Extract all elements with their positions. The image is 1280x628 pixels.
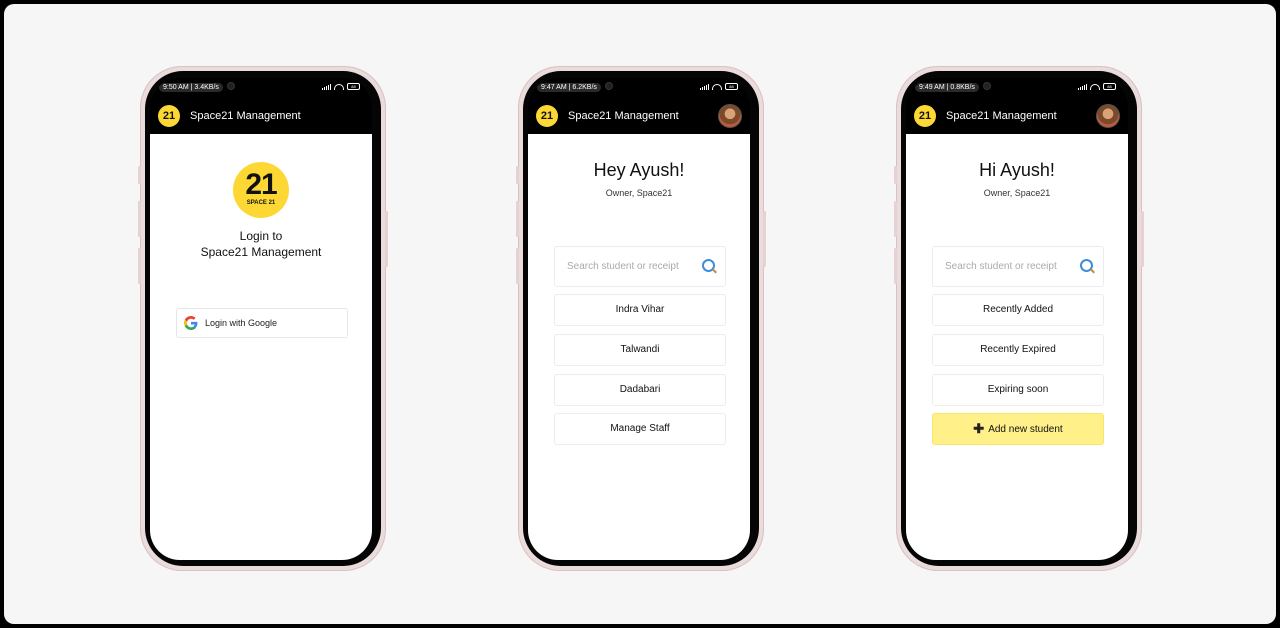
signal-icon: [700, 83, 709, 90]
plus-icon: ✚: [973, 421, 985, 436]
status-bar: 9:50 AM | 3.4KB/s 88: [150, 78, 372, 98]
add-new-student-button[interactable]: ✚ Add new student: [932, 413, 1104, 445]
battery-icon: 88: [347, 83, 360, 90]
screen-branch: 9:49 AM | 0.8KB/s 88 21 Space21 Manageme…: [906, 78, 1128, 560]
status-time: 9:49 AM | 0.8KB/s: [915, 83, 979, 92]
camera-icon: [983, 82, 991, 90]
branch-button-talwandi[interactable]: Talwandi: [554, 334, 726, 366]
user-role: Owner, Space21: [983, 188, 1051, 198]
status-bar: 9:49 AM | 0.8KB/s 88: [906, 78, 1128, 98]
magnifier-icon[interactable]: [702, 259, 715, 272]
screen-login: 9:50 AM | 3.4KB/s 88 21 Space21 Manageme…: [150, 78, 372, 560]
app-title: Space21 Management: [190, 110, 301, 122]
search-placeholder: Search student or receipt: [567, 261, 679, 272]
branch-content: Hi Ayush! Owner, Space21 Search student …: [906, 134, 1128, 560]
status-time: 9:47 AM | 6.2KB/s: [537, 83, 601, 92]
manage-staff-button[interactable]: Manage Staff: [554, 413, 726, 445]
battery-icon: 88: [1103, 83, 1116, 90]
wifi-icon: [1090, 83, 1100, 90]
wifi-icon: [334, 83, 344, 90]
space21-logo-icon: 21: [914, 105, 936, 127]
expiring-soon-button[interactable]: Expiring soon: [932, 374, 1104, 406]
app-bar: 21 Space21 Management: [528, 100, 750, 132]
camera-icon: [227, 82, 235, 90]
wifi-icon: [712, 83, 722, 90]
space21-logo-icon: 21: [536, 105, 558, 127]
branch-button-dadabari[interactable]: Dadabari: [554, 374, 726, 406]
signal-icon: [1078, 83, 1087, 90]
status-time: 9:50 AM | 3.4KB/s: [159, 83, 223, 92]
app-title: Space21 Management: [946, 110, 1057, 122]
user-avatar-icon[interactable]: [718, 104, 742, 128]
branch-button-indra-vihar[interactable]: Indra Vihar: [554, 294, 726, 326]
phone-branch: 9:49 AM | 0.8KB/s 88 21 Space21 Manageme…: [894, 66, 1144, 571]
phone-home: 9:47 AM | 6.2KB/s 88 21 Space21 Manageme…: [516, 66, 766, 571]
battery-icon: 88: [725, 83, 738, 90]
add-new-student-label: Add new student: [988, 424, 1063, 435]
google-g-icon: [184, 316, 198, 330]
phone-login: 9:50 AM | 3.4KB/s 88 21 Space21 Manageme…: [138, 66, 388, 571]
screen-home: 9:47 AM | 6.2KB/s 88 21 Space21 Manageme…: [528, 78, 750, 560]
greeting: Hi Ayush!: [979, 160, 1055, 180]
status-bar: 9:47 AM | 6.2KB/s 88: [528, 78, 750, 98]
app-bar: 21 Space21 Management: [150, 100, 372, 132]
app-bar: 21 Space21 Management: [906, 100, 1128, 132]
greeting: Hey Ayush!: [593, 160, 685, 180]
google-login-label: Login with Google: [205, 318, 278, 328]
showcase-canvas: 9:50 AM | 3.4KB/s 88 21 Space21 Manageme…: [4, 4, 1276, 624]
app-title: Space21 Management: [568, 110, 679, 122]
signal-icon: [322, 83, 331, 90]
google-login-button[interactable]: Login with Google: [176, 308, 348, 338]
home-content: Hey Ayush! Owner, Space21 Search student…: [528, 134, 750, 560]
user-role: Owner, Space21: [605, 188, 673, 198]
magnifier-icon[interactable]: [1080, 259, 1093, 272]
user-avatar-icon[interactable]: [1096, 104, 1120, 128]
space21-logo-icon: 21: [158, 105, 180, 127]
recently-expired-button[interactable]: Recently Expired: [932, 334, 1104, 366]
search-input[interactable]: Search student or receipt: [932, 246, 1104, 287]
recently-added-button[interactable]: Recently Added: [932, 294, 1104, 326]
camera-icon: [605, 82, 613, 90]
space21-logo-icon: 21 SPACE 21: [233, 162, 289, 218]
search-input[interactable]: Search student or receipt: [554, 246, 726, 287]
login-heading: Login to Space21 Management: [200, 229, 322, 259]
login-content: 21 SPACE 21 Login to Space21 Management …: [150, 134, 372, 560]
search-placeholder: Search student or receipt: [945, 261, 1057, 272]
